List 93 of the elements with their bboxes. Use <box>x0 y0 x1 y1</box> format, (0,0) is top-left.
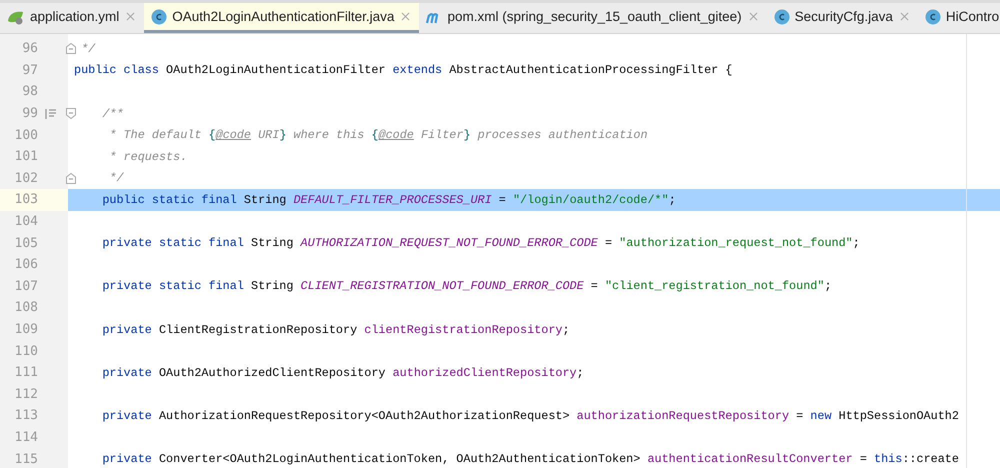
doc-toggle-icon[interactable] <box>45 108 57 119</box>
code-token: ; <box>576 366 584 380</box>
code-token: ClientRegistrationRepository <box>158 322 358 337</box>
code-token: Filter <box>420 128 464 142</box>
code-token: clientRegistrationRepository <box>364 322 562 337</box>
editor-tab[interactable]: OAuth2LoginAuthenticationFilter.java <box>144 3 420 33</box>
code-token: AbstractAuthenticationProcessingFilter { <box>449 63 732 78</box>
editor-tab[interactable]: SecurityCfg.java <box>766 3 918 33</box>
code-token: /** <box>101 106 124 121</box>
class-icon <box>774 8 790 24</box>
code-token: private <box>101 452 153 466</box>
line-number: 113 <box>14 408 38 424</box>
editor-tab[interactable]: pom.xml (spring_security_15_oauth_client_gitee) <box>419 3 767 33</box>
code-token: */ <box>108 171 124 186</box>
code-token: private <box>101 322 153 337</box>
code-token: new <box>810 408 833 423</box>
code-token: public static final <box>101 192 238 207</box>
editor-tab[interactable]: HiContro <box>918 3 1000 33</box>
close-icon[interactable] <box>124 10 138 23</box>
line-number: 115 <box>14 452 38 467</box>
editor-tab[interactable]: application.yml <box>0 3 144 33</box>
code-token: "client_registration_not_found" <box>604 279 824 294</box>
code-token: authorizationRequestRepository <box>576 408 790 423</box>
code-token: public class <box>74 63 160 78</box>
code-token: ; <box>852 236 860 250</box>
line-number: 106 <box>14 257 38 272</box>
line-number: 99 <box>21 106 38 122</box>
code-token: } <box>279 128 286 142</box>
code-token: */ <box>80 42 96 56</box>
line-number: 101 <box>14 149 38 164</box>
code-token: OAuth2LoginAuthenticationFilter <box>166 63 386 78</box>
code-token: OAuth2AuthorizedClientRepository <box>158 366 386 380</box>
code-token: "/login/oauth2/code/*" <box>512 192 669 207</box>
code-token: AuthorizationRequestRepository<OAuth2AuthorizationRequest> <box>158 408 571 423</box>
code-token: "authorization_request_not_found" <box>619 236 853 250</box>
line-number: 100 <box>14 128 38 143</box>
code-token: } <box>463 128 471 142</box>
line-number: 112 <box>14 386 38 402</box>
close-icon[interactable] <box>898 10 911 23</box>
code-token: authorizedClientRepository <box>392 366 577 380</box>
code-token: private static final <box>101 236 245 250</box>
code-token: ; <box>668 192 676 207</box>
fold-icon[interactable] <box>66 108 76 120</box>
code-token: String <box>250 236 294 250</box>
code-token: String <box>244 192 288 207</box>
code-token: ; <box>562 322 570 337</box>
line-number: 105 <box>14 236 38 251</box>
code-token: private <box>101 408 153 423</box>
code-token: CLIENT_REGISTRATION_NOT_FOUND_ERROR_CODE <box>300 279 584 294</box>
line-number: 114 <box>14 430 38 445</box>
code-token: = <box>858 452 868 466</box>
code-token: processes authentication <box>476 128 648 142</box>
code-token: = <box>498 192 507 207</box>
line-number: 111 <box>14 365 38 380</box>
line-number: 109 <box>14 322 38 338</box>
class-icon <box>151 8 168 24</box>
line-number: 98 <box>21 84 38 100</box>
code-token: { <box>371 128 378 142</box>
line-number: 104 <box>14 214 38 230</box>
code-token: = <box>590 279 599 294</box>
close-icon[interactable] <box>399 10 412 23</box>
code-token: HttpSessionOAuth2 <box>838 408 959 423</box>
code-token: extends <box>392 63 444 78</box>
code-token: { <box>208 128 216 142</box>
code-token: ; <box>824 279 832 294</box>
code-token: private static final <box>101 279 245 294</box>
code-token: String <box>250 279 294 294</box>
line-number: 96 <box>21 41 38 56</box>
class-icon <box>924 8 941 24</box>
code-token: where this <box>292 128 366 142</box>
code-token: private <box>101 366 153 380</box>
line-number: 102 <box>14 170 38 186</box>
line-number: 103 <box>14 192 38 208</box>
fold-icon[interactable] <box>66 172 76 184</box>
code-token: * requests. <box>108 150 188 164</box>
code-token: * The default <box>108 128 202 142</box>
code-token: @code <box>216 128 252 142</box>
close-icon[interactable] <box>746 10 760 23</box>
line-number: 97 <box>21 62 38 78</box>
line-number: 110 <box>14 344 38 359</box>
code-token: authenticationResultConverter <box>647 452 853 466</box>
code-token: DEFAULT_FILTER_PROCESSES_URI <box>293 192 492 207</box>
code-token: @code <box>378 128 414 142</box>
fold-icon[interactable] <box>66 43 76 54</box>
code-token: = <box>795 408 804 423</box>
code-token: = <box>604 236 614 250</box>
code-token: AUTHORIZATION_REQUEST_NOT_FOUND_ERROR_CODE <box>300 236 598 250</box>
code-token: Converter<OAuth2LoginAuthenticationToken, OAuth2AuthenticationToken> <box>158 452 642 466</box>
line-number: 107 <box>14 278 38 294</box>
code-token: this <box>874 452 902 466</box>
code-token: URI <box>257 128 280 142</box>
line-number: 108 <box>14 300 38 316</box>
code-token: ::create <box>902 452 959 466</box>
